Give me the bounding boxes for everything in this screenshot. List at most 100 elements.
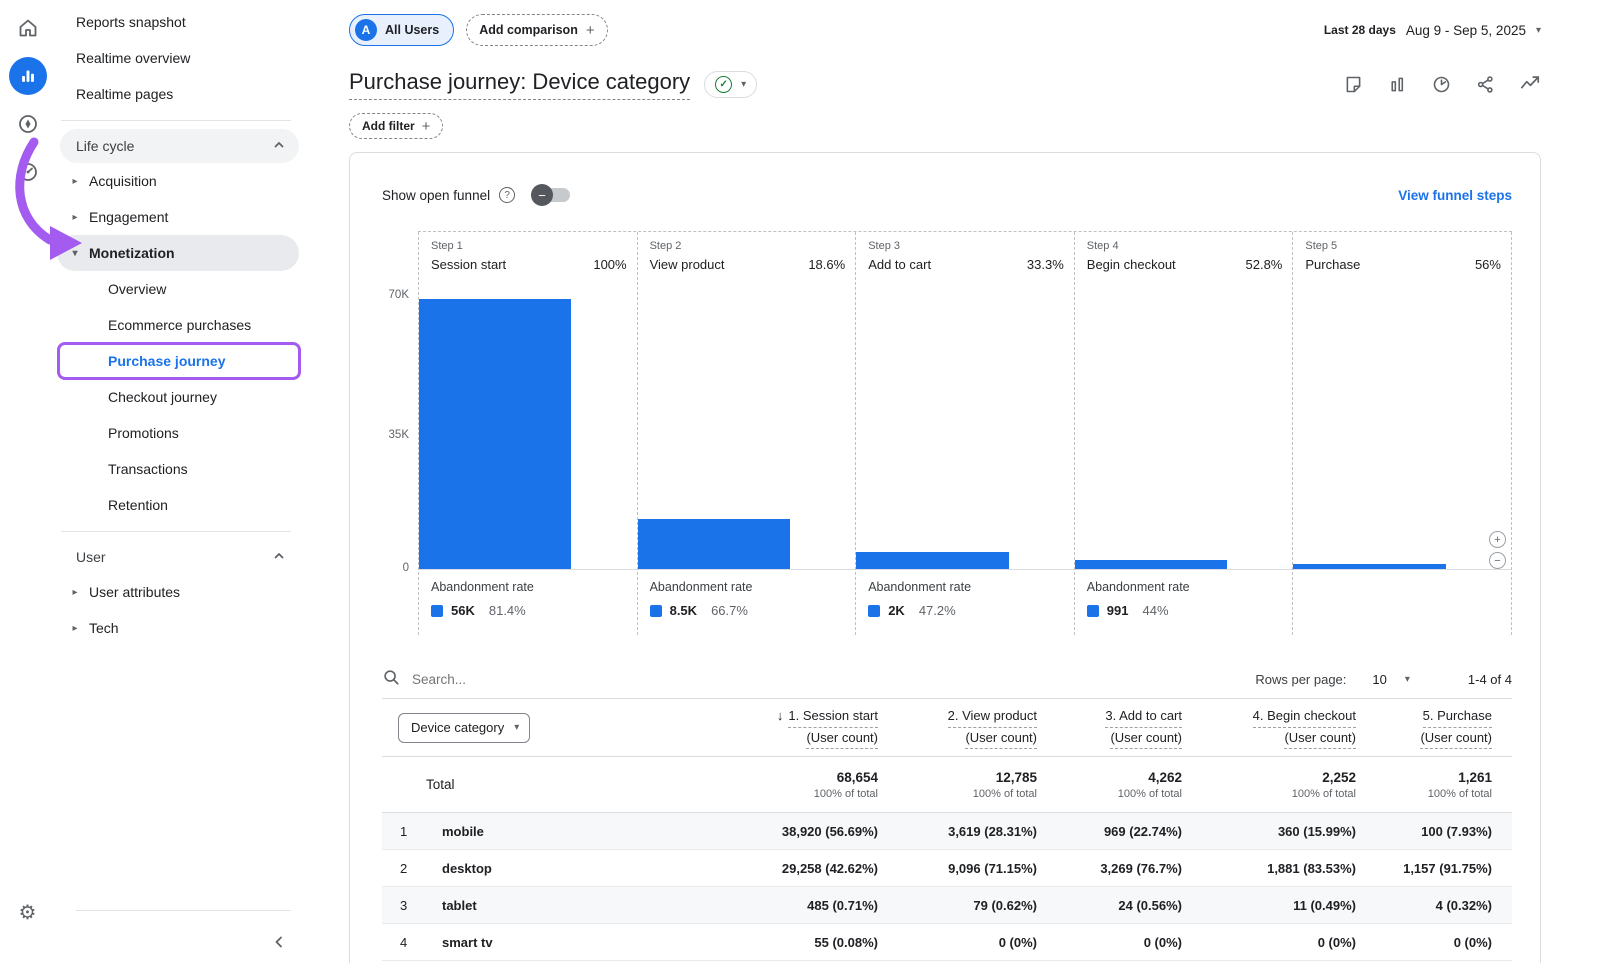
step-completion-rate: 100% (593, 257, 626, 272)
step-number: Step 2 (650, 240, 846, 252)
funnel-controls: Show open funnel ? − View funnel steps (382, 179, 1512, 211)
funnel-step-header: Step 1 Session start100% (419, 232, 637, 294)
sidebar-item-transactions[interactable]: Transactions (55, 451, 305, 487)
share-icon[interactable] (1475, 74, 1496, 95)
show-open-funnel-label: Show open funnel (382, 188, 490, 203)
abandonment-label: Abandonment rate (1087, 580, 1283, 594)
add-filter-chip[interactable]: Add filter + (349, 113, 443, 139)
plus-icon: + (422, 118, 431, 135)
settings-gear-icon[interactable]: ⚙ (0, 900, 55, 925)
sidebar-divider (76, 910, 291, 911)
sidebar-item-reports-snapshot[interactable]: Reports snapshot (55, 4, 305, 40)
collapse-sidebar-icon[interactable] (271, 934, 287, 953)
date-range-value: Aug 9 - Sep 5, 2025 (1406, 23, 1526, 38)
compare-bars-icon[interactable] (1387, 74, 1408, 95)
section-label: Life cycle (76, 138, 134, 154)
filter-row: Add filter + (349, 108, 1541, 144)
column-header-view-product[interactable]: 2. View product(User count) (878, 706, 1037, 748)
triangle-right-icon: ▸ (70, 176, 80, 187)
funnel-step-1: Step 1 Session start100% Abandonment rat… (418, 232, 638, 635)
sidebar-item-checkout-journey[interactable]: Checkout journey (55, 379, 305, 415)
zoom-in-icon[interactable]: + (1489, 531, 1506, 548)
total-cell: 1,261100% of total (1356, 770, 1492, 800)
total-cell: 68,654100% of total (640, 770, 878, 800)
sidebar-item-engagement[interactable]: ▸ Engagement (55, 199, 305, 235)
sidebar-item-retention[interactable]: Retention (55, 487, 305, 523)
table-total-row: Total 68,654100% of total 12,785100% of … (382, 757, 1512, 813)
sidebar-item-user-attributes[interactable]: ▸ User attributes (55, 574, 305, 610)
insights-sparkline-icon[interactable] (1519, 73, 1541, 95)
y-tick: 70K (389, 289, 409, 301)
step-name: Session start (431, 257, 506, 272)
home-icon[interactable] (8, 8, 48, 48)
step-number: Step 5 (1305, 240, 1501, 252)
abandonment-label: Abandonment rate (431, 580, 627, 594)
sidebar-item-purchase-journey[interactable]: Purchase journey (55, 343, 305, 379)
step-number: Step 4 (1087, 240, 1283, 252)
open-funnel-toggle[interactable]: − (534, 188, 570, 202)
help-icon[interactable]: ? (499, 187, 515, 203)
check-circle-icon: ✓ (715, 76, 732, 93)
triangle-right-icon: ▸ (70, 587, 80, 598)
item-label: Purchase journey (108, 353, 226, 369)
legend-swatch (650, 605, 662, 617)
funnel-step-header: Step 5 Purchase56% (1293, 232, 1511, 294)
funnel-step-2: Step 2 View product18.6% Abandonment rat… (638, 232, 857, 635)
chevron-up-icon (273, 549, 285, 565)
zoom-out-icon[interactable]: − (1489, 552, 1506, 569)
column-header-purchase[interactable]: 5. Purchase(User count) (1356, 706, 1492, 748)
date-range-selector[interactable]: Last 28 days Aug 9 - Sep 5, 2025 ▾ (1324, 23, 1541, 38)
column-header-session-start[interactable]: ↓1. Session start(User count) (640, 706, 878, 748)
advertising-icon[interactable] (8, 152, 48, 192)
explore-icon[interactable] (8, 104, 48, 144)
sidebar-item-realtime-pages[interactable]: Realtime pages (55, 76, 305, 112)
note-icon[interactable] (1343, 74, 1364, 95)
section-header-life-cycle[interactable]: Life cycle (60, 129, 299, 163)
dimension-selector[interactable]: Device category ▾ (398, 713, 530, 743)
chip-label: Add filter (362, 119, 415, 133)
sidebar-item-tech[interactable]: ▸ Tech (55, 610, 305, 646)
abandonment-count: 8.5K (670, 603, 697, 618)
sort-desc-icon: ↓ (777, 708, 784, 723)
step-name: Purchase (1305, 257, 1360, 272)
section-header-user[interactable]: User (60, 540, 299, 574)
step-completion-rate: 33.3% (1027, 257, 1064, 272)
legend-swatch (868, 605, 880, 617)
table-row-smart-tv: 4 smart tv 55 (0.08%) 0 (0%) 0 (0%) 0 (0… (382, 924, 1512, 961)
sidebar-item-realtime-overview[interactable]: Realtime overview (55, 40, 305, 76)
funnel-step-header: Step 4 Begin checkout52.8% (1075, 232, 1293, 294)
data-quality-badge[interactable]: ✓ ▾ (704, 71, 757, 98)
view-funnel-steps-link[interactable]: View funnel steps (1398, 188, 1512, 203)
table-search-input[interactable] (412, 672, 1243, 687)
sidebar-item-monetization[interactable]: ▾ Monetization (57, 235, 299, 271)
add-comparison-chip[interactable]: Add comparison + (466, 14, 607, 46)
column-header-begin-checkout[interactable]: 4. Begin checkout(User count) (1182, 706, 1356, 748)
funnel-chart: 70K 35K 0 Step 1 Session start100% Aband… (382, 231, 1512, 635)
total-cell: 4,262100% of total (1037, 770, 1182, 800)
sidebar-divider (61, 120, 291, 121)
funnel-bar (638, 519, 790, 569)
legend-swatch (431, 605, 443, 617)
abandonment-panel: Abandonment rate 99144% (1075, 569, 1293, 635)
funnel-bar (1075, 560, 1227, 569)
comparison-bar: A All Users Add comparison + Last 28 day… (349, 0, 1541, 60)
table-row-mobile: 1 mobile 38,920 (56.69%) 3,619 (28.31%) … (382, 813, 1512, 850)
total-label: Total (426, 777, 640, 792)
sidebar-item-ecommerce-purchases[interactable]: Ecommerce purchases (55, 307, 305, 343)
item-label: Engagement (89, 209, 168, 225)
y-tick: 35K (389, 429, 409, 441)
section-label: User (76, 549, 106, 565)
all-users-chip[interactable]: A All Users (349, 14, 454, 46)
step-completion-rate: 18.6% (808, 257, 845, 272)
rows-per-page-select[interactable]: 10 ▾ (1372, 672, 1410, 687)
insights-circle-icon[interactable] (1431, 74, 1452, 95)
sidebar-item-overview[interactable]: Overview (55, 271, 305, 307)
funnel-plot (1293, 294, 1511, 569)
sidebar-divider (61, 531, 291, 532)
sidebar-item-promotions[interactable]: Promotions (55, 415, 305, 451)
column-header-add-to-cart[interactable]: 3. Add to cart(User count) (1037, 706, 1182, 748)
step-name: Add to cart (868, 257, 931, 272)
sidebar-item-acquisition[interactable]: ▸ Acquisition (55, 163, 305, 199)
date-range-preset: Last 28 days (1324, 23, 1396, 37)
reports-icon[interactable] (8, 56, 48, 96)
